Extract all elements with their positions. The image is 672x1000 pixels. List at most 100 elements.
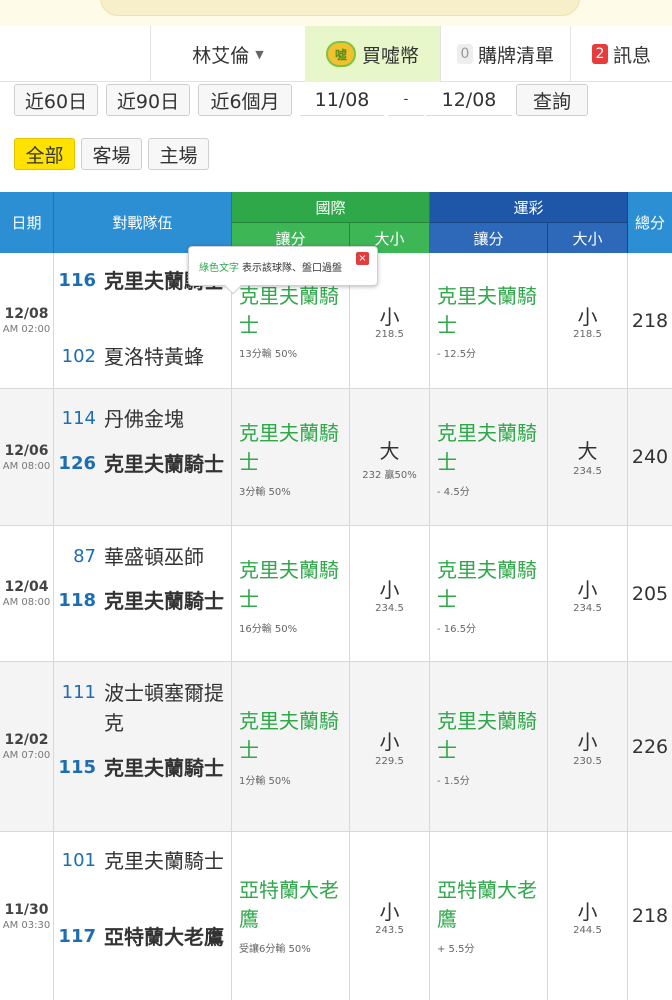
lottery-spread-line: - 16.5分 xyxy=(437,624,477,635)
intl-pick: 克里夫蘭騎士 xyxy=(239,284,339,337)
game-time: AM 07:00 xyxy=(2,750,51,761)
intl-ou-cell: 小 243.5 xyxy=(350,832,430,1000)
lottery-pick: 克里夫蘭騎士 xyxy=(437,558,537,611)
cart-count-badge: 0 xyxy=(456,44,473,64)
team-entry[interactable]: 114 丹佛金塊 xyxy=(54,404,232,434)
total-score: 205 xyxy=(631,582,669,605)
tab-all[interactable]: 全部 xyxy=(14,138,75,170)
intl-ou-cell: 小 234.5 xyxy=(350,526,430,661)
lottery-ou-line: 234.5 xyxy=(573,603,602,614)
team-name: 克里夫蘭騎士 xyxy=(104,756,224,780)
header-intl: 國際 xyxy=(232,192,430,222)
intl-pick: 亞特蘭大老鷹 xyxy=(239,878,339,931)
lottery-ou-cell: 小 244.5 xyxy=(548,832,628,1000)
team-number: 117 xyxy=(58,926,96,947)
lottery-spread-line: - 1.5分 xyxy=(437,776,470,787)
lottery-ou-line: 218.5 xyxy=(573,329,602,340)
lottery-spread-cell: 克里夫蘭騎士 - 1.5分 xyxy=(430,662,548,831)
team-entry[interactable]: 126 克里夫蘭騎士 xyxy=(54,449,232,479)
date-cell: 12/04 AM 08:00 xyxy=(0,526,54,661)
header-lottery-ou: 大小 xyxy=(548,222,628,253)
game-date: 12/08 xyxy=(4,306,49,322)
table-header: 日期 對戰隊伍 國際 讓分 大小 運彩 讓分 大小 總分 xyxy=(0,192,672,253)
intl-spread-result: 13分輸 50% xyxy=(239,349,298,360)
intl-pick: 克里夫蘭騎士 xyxy=(239,558,339,611)
team-name: 克里夫蘭騎士 xyxy=(104,849,224,873)
messages-button[interactable]: 2 訊息 xyxy=(570,26,672,82)
header-total: 總分 xyxy=(628,192,672,253)
close-icon[interactable]: × xyxy=(356,252,369,265)
chevron-down-icon: ▼ xyxy=(255,47,264,61)
total-score: 218 xyxy=(631,309,669,332)
lottery-ou-cell: 小 230.5 xyxy=(548,662,628,831)
range-90-button[interactable]: 近90日 xyxy=(106,84,190,116)
game-time: AM 02:00 xyxy=(2,324,51,335)
messages-label: 訊息 xyxy=(612,44,651,67)
date-separator: - xyxy=(388,84,424,116)
user-menu[interactable]: 林艾倫 ▼ xyxy=(150,26,305,82)
tab-away[interactable]: 客場 xyxy=(81,138,142,170)
intl-ou-pick: 小 xyxy=(379,578,400,602)
lottery-ou-line: 230.5 xyxy=(573,756,602,767)
team-entry[interactable]: 118 克里夫蘭騎士 xyxy=(54,586,232,616)
lottery-ou-pick: 小 xyxy=(577,730,598,754)
date-from-input[interactable]: 11/08 xyxy=(300,84,384,116)
lottery-ou-pick: 小 xyxy=(577,900,598,924)
top-nav: 林艾倫 ▼ 噓 買噓幣 0 購牌清單 2 訊息 xyxy=(0,26,672,82)
lottery-spread-cell: 克里夫蘭騎士 - 16.5分 xyxy=(430,526,548,661)
lottery-ou-line: 234.5 xyxy=(573,466,602,477)
intl-pick: 克里夫蘭騎士 xyxy=(239,421,339,474)
header-date: 日期 xyxy=(0,192,54,253)
team-name: 夏洛特黃蜂 xyxy=(104,345,204,369)
query-button[interactable]: 查詢 xyxy=(516,84,588,116)
lottery-spread-cell: 克里夫蘭騎士 - 4.5分 xyxy=(430,389,548,525)
date-cell: 12/06 AM 08:00 xyxy=(0,389,54,525)
team-name: 克里夫蘭騎士 xyxy=(104,589,224,613)
table-row: 12/06 AM 08:00 114 丹佛金塊 126 克里夫蘭騎士 克里夫蘭騎… xyxy=(0,389,672,526)
team-name: 亞特蘭大老鷹 xyxy=(104,925,224,949)
top-banner-pill xyxy=(100,0,580,16)
team-entry[interactable]: 102 夏洛特黃蜂 xyxy=(54,342,232,372)
intl-spread-cell: 克里夫蘭騎士 16分輸 50% xyxy=(232,526,350,661)
team-number: 116 xyxy=(58,270,96,291)
range-60-button[interactable]: 近60日 xyxy=(14,84,98,116)
tooltip-green-text: 綠色文字 xyxy=(199,262,239,274)
game-date: 12/06 xyxy=(4,442,49,459)
team-entry[interactable]: 101 克里夫蘭騎士 xyxy=(54,846,232,876)
team-entry[interactable]: 115 克里夫蘭騎士 xyxy=(54,753,232,783)
filter-panel: 近60日 近90日 近6個月 11/08 - 12/08 查詢 全部 客場 主場 xyxy=(0,82,672,192)
date-to-input[interactable]: 12/08 xyxy=(426,84,512,116)
team-entry[interactable]: 117 亞特蘭大老鷹 xyxy=(54,922,232,952)
lottery-ou-cell: 大 234.5 xyxy=(548,389,628,525)
tab-home[interactable]: 主場 xyxy=(148,138,209,170)
game-date: 12/04 xyxy=(4,579,49,595)
lottery-pick: 克里夫蘭騎士 xyxy=(437,421,537,474)
buy-coin-button[interactable]: 噓 買噓幣 xyxy=(305,26,440,82)
lottery-spread-line: - 12.5分 xyxy=(437,349,477,360)
team-entry[interactable]: 87 華盛頓巫師 xyxy=(54,542,232,572)
team-number: 87 xyxy=(73,546,96,567)
game-time: AM 08:00 xyxy=(2,597,51,608)
table-row: 12/04 AM 08:00 87 華盛頓巫師 118 克里夫蘭騎士 克里夫蘭騎… xyxy=(0,526,672,662)
lottery-ou-pick: 大 xyxy=(577,439,598,463)
intl-ou-pick: 小 xyxy=(379,305,400,329)
date-cell: 12/08 AM 02:00 xyxy=(0,253,54,388)
lottery-ou-line: 244.5 xyxy=(573,925,602,936)
lottery-ou-pick: 小 xyxy=(577,305,598,329)
team-number: 114 xyxy=(61,408,96,429)
lottery-spread-line: + 5.5分 xyxy=(437,944,475,955)
lottery-pick: 克里夫蘭騎士 xyxy=(437,709,537,762)
cart-button[interactable]: 0 購牌清單 xyxy=(440,26,570,82)
intl-ou-cell: 大 232 贏50% xyxy=(350,389,430,525)
range-6m-button[interactable]: 近6個月 xyxy=(198,84,292,116)
lottery-ou-cell: 小 218.5 xyxy=(548,253,628,388)
total-score: 240 xyxy=(631,446,669,468)
intl-ou-cell: 小 229.5 xyxy=(350,662,430,831)
message-count-badge: 2 xyxy=(591,44,608,64)
intl-ou-line: 218.5 xyxy=(375,329,404,340)
intl-spread-result: 16分輸 50% xyxy=(239,624,298,635)
intl-ou-line: 234.5 xyxy=(375,603,404,614)
game-time: AM 08:00 xyxy=(2,460,51,472)
team-entry[interactable]: 111 波士頓塞爾提克 xyxy=(54,678,232,738)
teams-cell: 114 丹佛金塊 126 克里夫蘭騎士 xyxy=(54,389,232,525)
